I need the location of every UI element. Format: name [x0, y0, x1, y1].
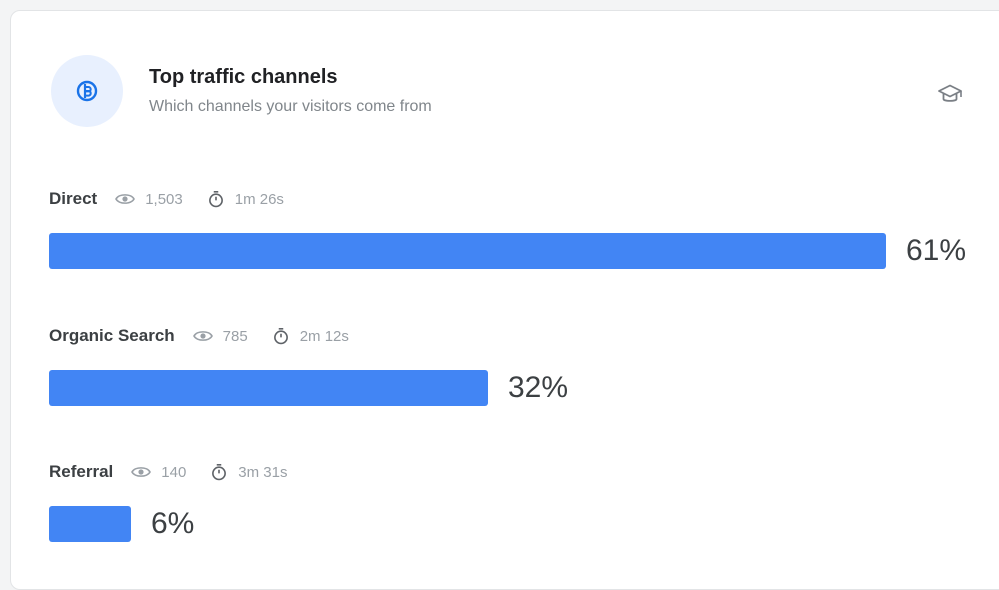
channel-name: Referral: [49, 462, 114, 481]
channel-duration: 3m 31s: [238, 463, 288, 481]
channel-views: 140: [161, 463, 187, 481]
traffic-channels-card: Top traffic channels Which channels your…: [10, 10, 999, 590]
channel-duration: 2m 12s: [299, 327, 349, 345]
channel-bar-row: 61%: [49, 232, 966, 270]
channel-views: 785: [222, 327, 248, 345]
eye-icon: [131, 467, 152, 477]
channel-meta: Referral 140 3m 31s: [49, 459, 288, 485]
graduation-cap-icon[interactable]: [937, 81, 963, 107]
channel-bar: [49, 506, 131, 542]
channel-bar: [49, 370, 488, 406]
stopwatch-icon: [212, 463, 227, 481]
eye-icon: [192, 331, 213, 341]
card-header: Top traffic channels Which channels your…: [11, 11, 999, 151]
channel-percent: 61%: [906, 234, 967, 267]
channel-percent: 6%: [151, 507, 195, 540]
channel-meta: Organic Search 785 2m 12s: [49, 323, 349, 349]
channel-bar-row: 6%: [49, 505, 194, 543]
channels-icon-badge: [51, 55, 123, 127]
channel-bar-row: 32%: [49, 369, 568, 407]
channel-percent: 32%: [508, 371, 569, 404]
channel-bar: [49, 233, 886, 269]
channel-views: 1,503: [145, 190, 183, 208]
card-subtitle: Which channels your visitors come from: [149, 98, 432, 115]
eye-icon: [115, 194, 136, 204]
stopwatch-icon: [208, 190, 223, 208]
channel-name: Direct: [49, 189, 98, 208]
channels-icon: [76, 80, 98, 102]
channel-duration: 1m 26s: [234, 190, 284, 208]
channel-meta: Direct 1,503 1m 26s: [49, 186, 284, 212]
card-title: Top traffic channels: [149, 66, 338, 88]
stopwatch-icon: [273, 327, 288, 345]
channel-name: Organic Search: [49, 326, 175, 345]
